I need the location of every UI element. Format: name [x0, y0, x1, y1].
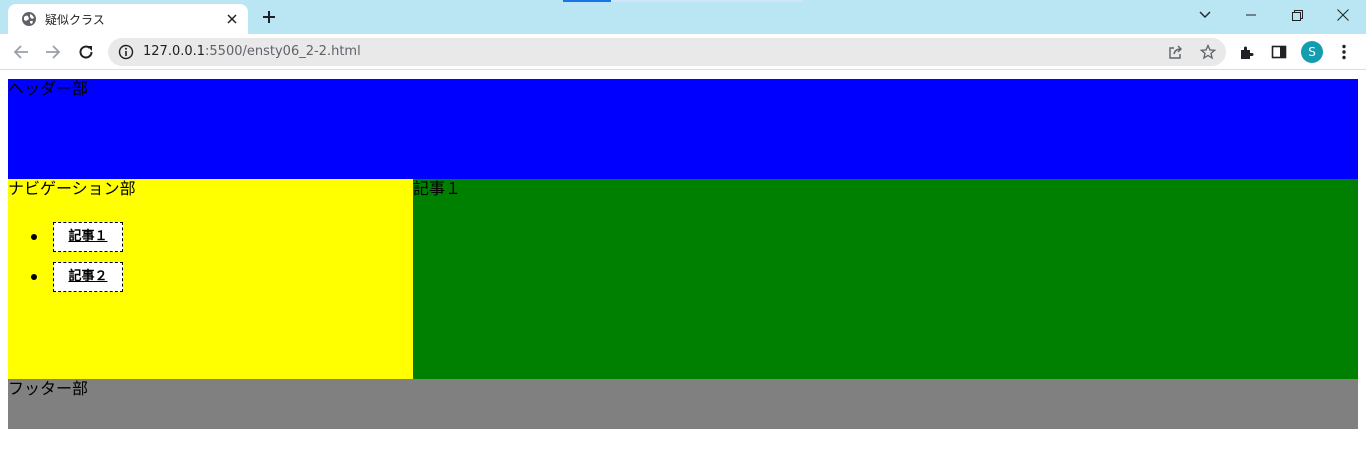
- url-host: 127.0.0.1: [143, 44, 206, 59]
- forward-arrow-icon[interactable]: [39, 38, 67, 66]
- reload-icon[interactable]: [72, 38, 100, 66]
- new-tab-plus-icon[interactable]: [257, 5, 281, 29]
- tab-title: 疑似クラス: [45, 13, 105, 27]
- url-path: :5500/ensty06_2-2.html: [205, 44, 361, 59]
- window-close-icon[interactable]: [1320, 0, 1366, 30]
- side-panel-icon[interactable]: [1265, 38, 1293, 66]
- share-icon[interactable]: [1166, 42, 1186, 62]
- browser-tab[interactable]: 疑似クラス: [8, 4, 248, 34]
- restore-icon[interactable]: [1274, 0, 1320, 30]
- profile-avatar[interactable]: S: [1301, 41, 1323, 63]
- globe-icon: [21, 11, 37, 27]
- tab-strip-accent: [563, 0, 611, 2]
- address-bar[interactable]: 127.0.0.1:5500/ensty06_2-2.html: [108, 38, 1226, 66]
- page-header: ヘッダー部: [8, 79, 1358, 179]
- site-info-icon[interactable]: [118, 44, 134, 60]
- page-nav: ナビゲーション部 記事１ 記事２: [8, 179, 413, 379]
- tab-strip-accent-light: [611, 0, 803, 2]
- page-footer: フッター部: [8, 379, 1358, 429]
- tab-strip: 疑似クラス: [0, 0, 1366, 34]
- minimize-icon[interactable]: [1228, 0, 1274, 30]
- list-bullet: [31, 234, 37, 240]
- nav-text: ナビゲーション部: [8, 181, 136, 198]
- article-text: 記事１: [413, 181, 462, 198]
- footer-text: フッター部: [8, 381, 89, 398]
- more-vert-icon[interactable]: [1330, 38, 1358, 66]
- tab-close-icon[interactable]: [222, 9, 242, 29]
- header-text: ヘッダー部: [8, 81, 89, 98]
- browser-toolbar: 127.0.0.1:5500/ensty06_2-2.html S: [0, 34, 1366, 70]
- address-url[interactable]: 127.0.0.1:5500/ensty06_2-2.html: [143, 44, 361, 59]
- nav-link-article-2[interactable]: 記事２: [53, 262, 123, 292]
- page-article: 記事１: [413, 179, 1358, 379]
- page-viewport: ヘッダー部 ナビゲーション部 記事１ 記事２ 記事１ フッター部: [0, 71, 1366, 465]
- bookmark-star-icon[interactable]: [1198, 42, 1218, 62]
- extensions-puzzle-icon[interactable]: [1233, 38, 1261, 66]
- tab-search-chevron-down-icon[interactable]: [1182, 0, 1228, 30]
- nav-link-article-1[interactable]: 記事１: [53, 222, 123, 252]
- back-arrow-icon[interactable]: [7, 38, 35, 66]
- list-bullet: [31, 274, 37, 280]
